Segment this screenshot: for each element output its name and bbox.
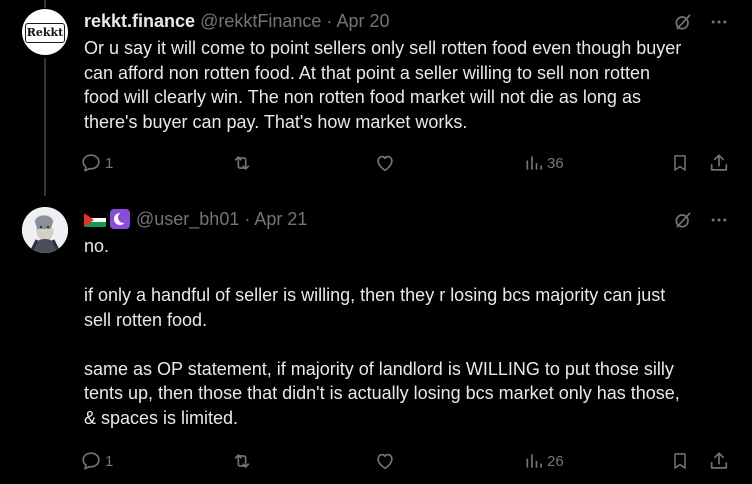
more-options-icon[interactable] bbox=[708, 12, 730, 32]
bookmark-button[interactable] bbox=[670, 152, 690, 174]
reply-count: 1 bbox=[105, 154, 114, 172]
timestamp[interactable]: Apr 20 bbox=[336, 11, 389, 31]
tweet-top-actions bbox=[672, 210, 730, 230]
handle[interactable]: @rekktFinance bbox=[200, 11, 321, 31]
tweet-text: Or u say it will come to point sellers o… bbox=[84, 38, 682, 132]
grok-icon[interactable] bbox=[672, 210, 694, 230]
avatar[interactable] bbox=[22, 207, 68, 253]
views-icon bbox=[526, 156, 542, 170]
grok-icon[interactable] bbox=[672, 12, 694, 32]
tweet-header: @user_bh01 · Apr 21 bbox=[84, 208, 307, 230]
view-count: 26 bbox=[547, 452, 564, 470]
tweet-rekkt-finance[interactable]: Rekkt rekkt.finance @rekktFinance · Apr … bbox=[0, 0, 752, 196]
views-button[interactable]: 26 bbox=[524, 450, 564, 472]
reply-thread: Rekkt rekkt.finance @rekktFinance · Apr … bbox=[0, 0, 752, 484]
rekkt-logo: Rekkt bbox=[25, 23, 65, 43]
tweet-top-actions bbox=[672, 12, 730, 32]
avatar[interactable]: Rekkt bbox=[22, 9, 68, 55]
heart-icon bbox=[377, 453, 393, 470]
repost-icon bbox=[234, 156, 250, 170]
repost-button[interactable] bbox=[230, 450, 254, 472]
views-icon bbox=[526, 454, 542, 468]
share-button[interactable] bbox=[708, 152, 730, 174]
bookmark-icon bbox=[674, 155, 686, 171]
bookmark-button[interactable] bbox=[670, 450, 690, 472]
views-button[interactable]: 36 bbox=[524, 152, 564, 174]
repost-icon bbox=[234, 454, 250, 468]
tweet-user-bh01[interactable]: @user_bh01 · Apr 21 no. if only a handfu… bbox=[0, 196, 752, 484]
tweet-header: rekkt.finance @rekktFinance · Apr 20 bbox=[84, 10, 389, 32]
tweet-action-bar: 1 26 bbox=[80, 450, 740, 474]
separator: · bbox=[244, 209, 251, 229]
reply-icon bbox=[82, 452, 100, 470]
reply-icon bbox=[82, 154, 100, 172]
tweet-text: no. if only a handful of seller is willi… bbox=[84, 236, 680, 428]
bookmark-icon bbox=[674, 453, 686, 469]
thread-line-connector bbox=[44, 58, 46, 196]
like-button[interactable] bbox=[374, 152, 396, 174]
display-name[interactable]: rekkt.finance bbox=[84, 11, 195, 31]
repost-button[interactable] bbox=[230, 152, 254, 174]
reply-button[interactable]: 1 bbox=[80, 450, 113, 472]
handle[interactable]: @user_bh01 bbox=[136, 209, 239, 229]
crescent-badge-icon bbox=[110, 209, 130, 229]
reply-count: 1 bbox=[105, 452, 114, 470]
reply-button[interactable]: 1 bbox=[80, 152, 113, 174]
separator: · bbox=[326, 11, 333, 31]
palestine-flag-icon bbox=[84, 213, 106, 227]
thread-line-top bbox=[44, 0, 46, 8]
view-count: 36 bbox=[547, 154, 564, 172]
share-button[interactable] bbox=[708, 450, 730, 472]
heart-icon bbox=[377, 155, 393, 172]
share-icon bbox=[710, 452, 728, 469]
like-button[interactable] bbox=[374, 450, 396, 472]
tweet-action-bar: 1 36 bbox=[80, 152, 740, 176]
timestamp[interactable]: Apr 21 bbox=[254, 209, 307, 229]
more-options-icon[interactable] bbox=[708, 210, 730, 230]
anime-avatar-icon bbox=[22, 207, 68, 253]
share-icon bbox=[710, 154, 728, 171]
